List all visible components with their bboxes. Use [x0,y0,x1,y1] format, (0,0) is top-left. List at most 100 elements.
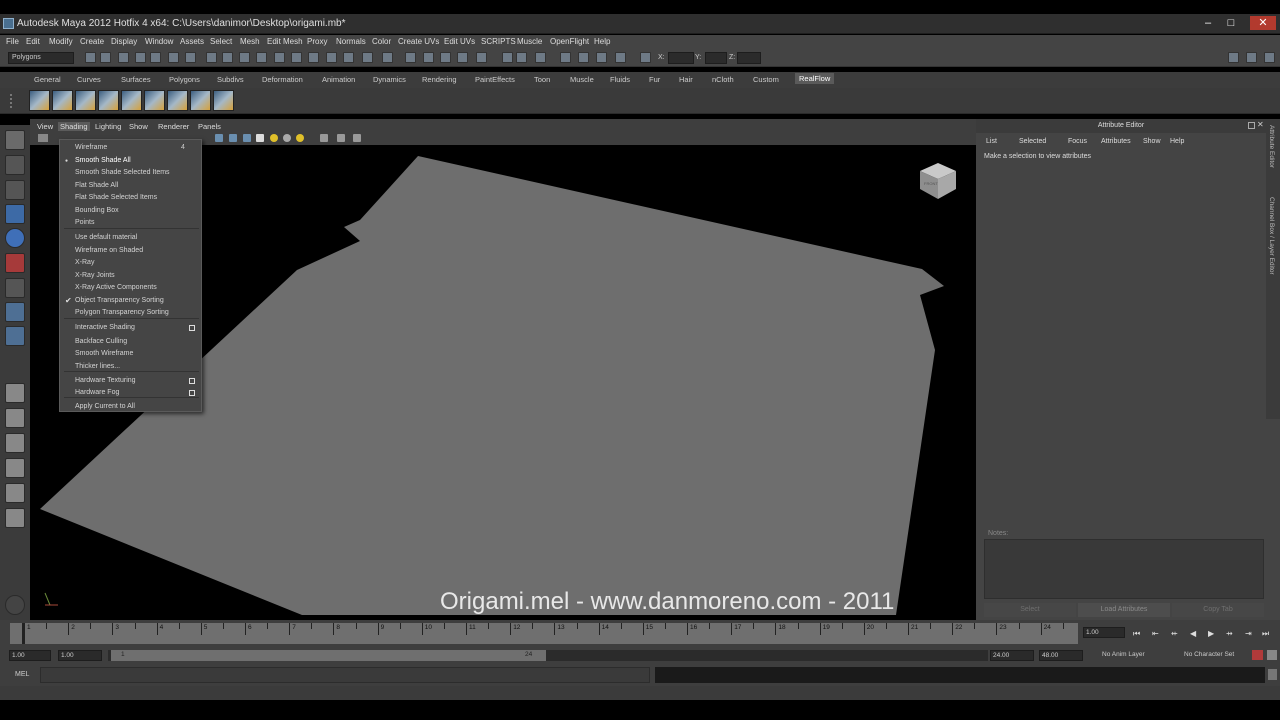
four-view-layout-icon[interactable] [5,408,25,428]
menu-item-x-ray-joints[interactable]: X-Ray Joints [75,272,115,279]
paint-select-tool-icon[interactable] [5,180,25,200]
shelf-tab-painteffects[interactable]: PaintEffects [475,75,515,84]
panel-toolbar-icon[interactable] [215,134,223,142]
shelf-tab-animation[interactable]: Animation [322,75,355,84]
status-tool-icon[interactable] [516,52,527,63]
status-tool-icon[interactable] [457,52,468,63]
shelf-tab-curves[interactable]: Curves [77,75,101,84]
shelf-tab-polygons[interactable]: Polygons [169,75,200,84]
shelf-tab-toon[interactable]: Toon [534,75,550,84]
command-input[interactable] [40,667,650,683]
tab-channel-box[interactable]: Channel Box / Layer Editor [1268,197,1275,275]
step-forward-frame-icon[interactable]: ⇸ [1226,629,1233,638]
status-tool-icon[interactable] [640,52,651,63]
status-tool-icon[interactable] [100,52,111,63]
end-time-field[interactable]: 48.00 [1039,650,1083,661]
view-cube-icon[interactable]: FRONT [918,159,960,201]
shelf-tab-surfaces[interactable]: Surfaces [121,75,151,84]
scale-tool-icon[interactable] [5,253,25,273]
menu-item-smooth-shade-selected-items[interactable]: Smooth Shade Selected Items [75,169,170,176]
menu-normals[interactable]: Normals [336,37,366,46]
step-back-key-icon[interactable]: ⇤ [1152,629,1159,638]
menu-item-x-ray-active-components[interactable]: X-Ray Active Components [75,284,157,291]
shelf-tab-deformation[interactable]: Deformation [262,75,303,84]
status-tool-icon[interactable] [382,52,393,63]
tool-settings-toggle-icon[interactable] [1264,52,1275,63]
perspective-outliner-layout-icon[interactable] [5,433,25,453]
shelf-tab-subdivs[interactable]: Subdivs [217,75,244,84]
shelf-tab-fur[interactable]: Fur [649,75,660,84]
menu-edit-mesh[interactable]: Edit Mesh [267,37,303,46]
go-to-end-icon[interactable]: ⏭ [1262,629,1269,639]
menu-item-interactive-shading[interactable]: Interactive Shading [75,324,135,331]
status-tool-icon[interactable] [291,52,302,63]
panel-menu-show[interactable]: Show [129,122,148,131]
shelf-tab-ncloth[interactable]: nCloth [712,75,734,84]
menu-mesh[interactable]: Mesh [240,37,260,46]
status-tool-icon[interactable] [560,52,571,63]
close-button[interactable]: ✕ [1250,16,1276,30]
script-editor-icon[interactable] [1268,669,1277,680]
status-tool-icon[interactable] [168,52,179,63]
single-perspective-layout-icon[interactable] [5,383,25,403]
realflow-shelf-icon[interactable] [167,90,188,111]
status-tool-icon[interactable] [326,52,337,63]
status-tool-icon[interactable] [596,52,607,63]
panel-menu-panels[interactable]: Panels [198,122,221,131]
panel-toolbar-icon[interactable] [229,134,237,142]
realflow-shelf-icon[interactable] [121,90,142,111]
range-slider-handle[interactable]: 1 24 [111,650,546,661]
y-field[interactable] [705,52,727,64]
hypershade-layout-icon[interactable] [5,483,25,503]
time-ruler[interactable]: 1 2 3 4 5 6 7 8 9 10 11 12 13 14 15 16 17 18 19 20 21 22 23 24 [10,623,1078,644]
notes-textarea[interactable] [984,539,1264,599]
panel-toolbar-icon[interactable] [283,134,291,142]
menu-create[interactable]: Create [80,37,104,46]
status-tool-icon[interactable] [423,52,434,63]
shelf-tab-rendering[interactable]: Rendering [422,75,457,84]
menu-item-polygon-transparency-sorting[interactable]: Polygon Transparency Sorting [75,309,169,316]
status-tool-icon[interactable] [535,52,546,63]
select-tool-icon[interactable] [5,130,25,150]
status-tool-icon[interactable] [362,52,373,63]
shelf-tab-dynamics[interactable]: Dynamics [373,75,406,84]
current-frame-field[interactable]: 1.00 [1083,627,1125,638]
status-tool-icon[interactable] [615,52,626,63]
menu-item-points[interactable]: Points [75,219,94,226]
menu-item-smooth-wireframe[interactable]: Smooth Wireframe [75,350,133,357]
panel-menu-view[interactable]: View [37,122,53,131]
status-tool-icon[interactable] [256,52,267,63]
status-tool-icon[interactable] [274,52,285,63]
panel-toolbar-icon[interactable] [256,134,264,142]
menu-muscle[interactable]: Muscle [517,37,542,46]
menu-color[interactable]: Color [372,37,391,46]
camera-icon[interactable] [38,134,48,142]
x-field[interactable] [668,52,694,64]
status-tool-icon[interactable] [185,52,196,63]
status-tool-icon[interactable] [239,52,250,63]
last-tool-icon[interactable] [5,326,25,346]
minimize-button[interactable]: – [1197,16,1219,30]
anim-layer-dropdown[interactable]: No Anim Layer [1102,651,1145,658]
shelf-tab-general[interactable]: General [34,75,61,84]
panel-toolbar-icon[interactable] [270,134,278,142]
step-forward-key-icon[interactable]: ⇥ [1245,629,1252,638]
attribute-editor-close-icon[interactable]: ✕ [1257,120,1264,129]
shelf-tab-fluids[interactable]: Fluids [610,75,630,84]
status-tool-icon[interactable] [222,52,233,63]
start-time-field[interactable]: 1.00 [9,650,51,661]
realflow-shelf-icon[interactable] [98,90,119,111]
menu-item-apply-current-to-all[interactable]: Apply Current to All [75,403,135,410]
rotate-tool-icon[interactable] [5,228,25,248]
menu-modify[interactable]: Modify [49,37,73,46]
realflow-shelf-icon[interactable] [213,90,234,111]
menu-item-x-ray[interactable]: X-Ray [75,259,94,266]
realflow-shelf-icon[interactable] [190,90,211,111]
status-tool-icon[interactable] [118,52,129,63]
status-tool-icon[interactable] [578,52,589,63]
realflow-shelf-icon[interactable] [144,90,165,111]
menu-item-use-default-material[interactable]: Use default material [75,234,137,241]
step-back-frame-icon[interactable]: ⇷ [1171,629,1178,638]
soft-mod-tool-icon[interactable] [5,302,25,322]
attribute-menu-focus[interactable]: Focus [1068,138,1087,145]
